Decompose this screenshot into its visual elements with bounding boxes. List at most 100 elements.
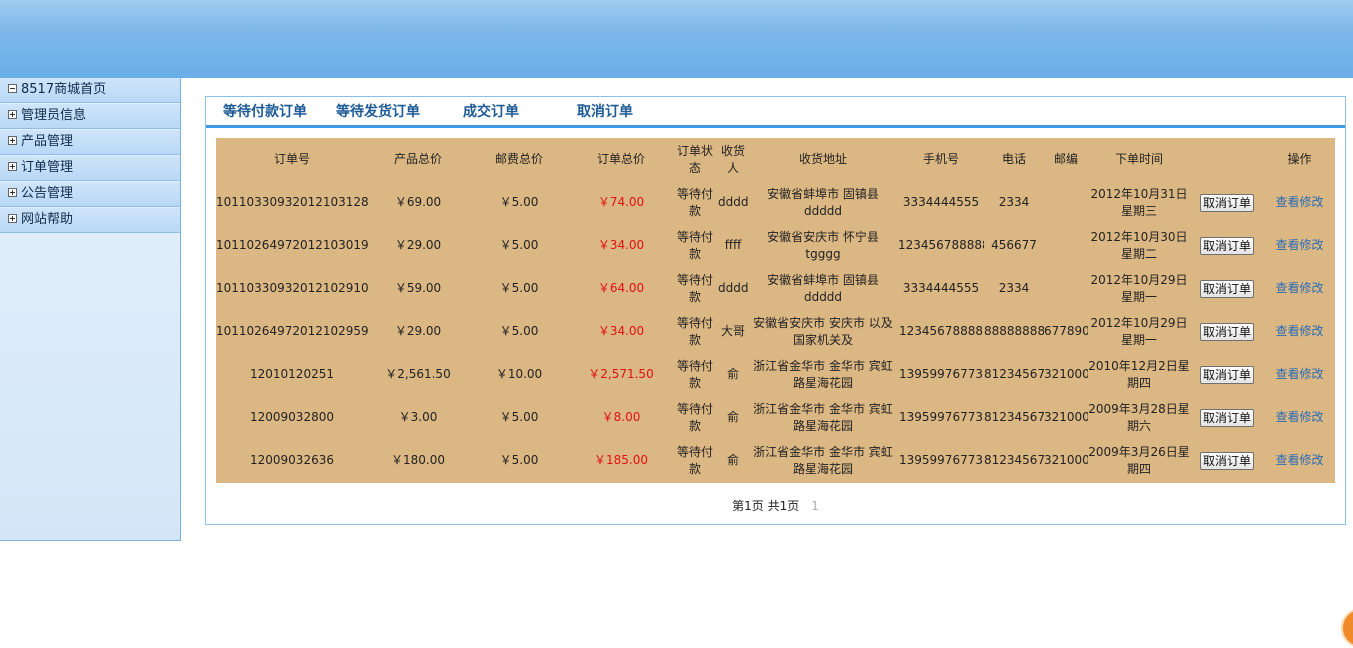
sidebar-item-home[interactable]: 8517商城首页	[0, 78, 180, 103]
cell-zip	[1044, 181, 1088, 224]
orders-table: 订单号 产品总价 邮费总价 订单总价 订单状态 收货人 收货地址 手机号 电话 …	[216, 138, 1335, 483]
cell-order-total: ￥185.00	[594, 453, 648, 467]
sidebar-item-orders[interactable]: 订单管理	[0, 156, 180, 181]
header-blank	[1190, 138, 1264, 181]
cell-mobile: 13959976773	[899, 367, 983, 381]
cell-product-total: ￥59.00	[394, 281, 442, 295]
sidebar-item-label: 公告管理	[21, 186, 74, 201]
table-row: 12010120251 ￥2,561.50 ￥10.00 ￥2,571.50 等待付款俞…	[216, 353, 1335, 396]
table-row: 10110330932012103128 ￥69.00 ￥5.00 ￥74.00 等待付…	[216, 181, 1335, 224]
cell-product-total: ￥29.00	[394, 238, 442, 252]
cell-order-id: 10110264972012102959	[216, 324, 368, 338]
cell-order-total: ￥74.00	[597, 195, 645, 209]
sidebar-item-products[interactable]: 产品管理	[0, 130, 180, 155]
sidebar-item-announcements[interactable]: 公告管理	[0, 182, 180, 207]
top-banner	[0, 0, 1353, 78]
cell-zip: 321000	[1044, 453, 1088, 467]
cell-order-id: 10110264972012103019	[216, 238, 368, 252]
cell-receiver: ffff	[724, 238, 742, 252]
cell-zip: 321000	[1044, 367, 1088, 381]
view-edit-link[interactable]: 查看修改	[1275, 411, 1323, 424]
table-row: 10110264972012102959 ￥29.00 ￥5.00 ￥34.00 等待付…	[216, 310, 1335, 353]
collapse-icon	[8, 84, 17, 93]
expand-icon	[8, 110, 17, 119]
expand-icon	[8, 188, 17, 197]
cell-mobile: 3334444555	[902, 281, 980, 295]
cancel-order-button[interactable]: 取消订单	[1199, 365, 1254, 384]
cell-mobile: 123456788888	[898, 238, 984, 252]
cell-phone: 81234567	[984, 367, 1044, 381]
cell-shipping-total: ￥10.00	[495, 367, 543, 381]
cell-zip	[1044, 224, 1088, 267]
cell-shipping-total: ￥5.00	[499, 324, 539, 338]
cell-receiver: 俞	[726, 453, 739, 467]
header-order-id: 订单号	[273, 152, 310, 166]
tab-cancelled[interactable]: 取消订单	[577, 101, 633, 121]
cell-shipping-total: ￥5.00	[499, 238, 539, 252]
header-mobile: 手机号	[922, 152, 959, 166]
cell-order-time: 2012年10月29日星期一	[1090, 315, 1188, 347]
header-order-time: 下单时间	[1114, 152, 1163, 166]
cancel-order-button[interactable]: 取消订单	[1199, 279, 1254, 298]
table-row: 10110264972012103019 ￥29.00 ￥5.00 ￥34.00 等待付…	[216, 224, 1335, 267]
cell-shipping-total: ￥5.00	[499, 281, 539, 295]
cell-order-time: 2009年3月28日星期六	[1088, 401, 1190, 433]
cancel-order-button[interactable]: 取消订单	[1199, 322, 1254, 341]
view-edit-link[interactable]: 查看修改	[1275, 325, 1323, 338]
sidebar-item-label: 8517商城首页	[21, 82, 107, 97]
cell-cancel: 取消订单	[1190, 396, 1264, 439]
sidebar-item-label: 产品管理	[21, 134, 74, 149]
view-edit-link[interactable]: 查看修改	[1275, 454, 1323, 467]
view-edit-link[interactable]: 查看修改	[1275, 239, 1323, 252]
view-edit-link[interactable]: 查看修改	[1275, 282, 1323, 295]
cell-mobile: 12345678888	[899, 324, 983, 338]
tab-pending-shipment[interactable]: 等待发货订单	[336, 101, 420, 121]
cell-status: 等待付款	[676, 401, 713, 433]
cell-actions: 查看修改	[1264, 224, 1335, 267]
cell-actions: 查看修改	[1264, 396, 1335, 439]
cancel-order-button[interactable]: 取消订单	[1199, 451, 1254, 470]
cell-address: 安徽省安庆市 安庆市 以及国家机关及	[753, 315, 893, 347]
cell-order-time: 2012年10月31日星期三	[1090, 186, 1188, 218]
view-edit-link[interactable]: 查看修改	[1275, 196, 1323, 209]
cell-address: 浙江省金华市 金华市 宾虹路星海花园	[753, 358, 893, 390]
tab-pending-payment[interactable]: 等待付款订单	[223, 101, 307, 121]
cell-phone: 81234567	[984, 453, 1044, 467]
cell-order-id: 12009032800	[250, 410, 334, 424]
cell-order-id: 12009032636	[250, 453, 334, 467]
cell-product-total: ￥29.00	[394, 324, 442, 338]
header-order-total: 订单总价	[596, 152, 645, 166]
cell-address: 浙江省金华市 金华市 宾虹路星海花园	[753, 444, 893, 476]
floating-badge-icon[interactable]	[1341, 608, 1353, 648]
header-zip: 邮编	[1053, 152, 1078, 166]
page-link-1[interactable]: 1	[811, 499, 819, 513]
sidebar-item-admin-info[interactable]: 管理员信息	[0, 104, 180, 129]
cancel-order-button[interactable]: 取消订单	[1199, 408, 1254, 427]
cell-order-total: ￥34.00	[597, 238, 645, 252]
cell-actions: 查看修改	[1264, 181, 1335, 224]
cell-phone: 2334	[998, 281, 1030, 295]
expand-icon	[8, 214, 17, 223]
table-row: 12009032636 ￥180.00 ￥5.00 ￥185.00 等待付款俞浙江省金华…	[216, 439, 1335, 482]
cell-order-id: 10110330932012102910	[216, 281, 368, 295]
cell-zip: 321000	[1044, 410, 1088, 424]
sidebar-item-help[interactable]: 网站帮助	[0, 208, 180, 233]
tab-completed[interactable]: 成交订单	[463, 101, 519, 121]
cancel-order-button[interactable]: 取消订单	[1199, 236, 1254, 255]
cell-actions: 查看修改	[1264, 310, 1335, 353]
pagination: 第1页 共1页 1	[206, 497, 1345, 514]
cell-status: 等待付款	[676, 186, 713, 218]
cell-status: 等待付款	[676, 229, 713, 261]
view-edit-link[interactable]: 查看修改	[1275, 368, 1323, 381]
cell-status: 等待付款	[676, 444, 713, 476]
cell-order-total: ￥34.00	[597, 324, 645, 338]
cell-product-total: ￥3.00	[398, 410, 438, 424]
cell-cancel: 取消订单	[1190, 267, 1264, 310]
cell-receiver: 俞	[726, 410, 739, 424]
expand-icon	[8, 162, 17, 171]
cancel-order-button[interactable]: 取消订单	[1199, 193, 1254, 212]
cell-zip	[1044, 267, 1088, 310]
cell-order-time: 2012年10月30日星期二	[1090, 229, 1188, 261]
cell-address: 安徽省蚌埠市 固镇县 ddddd	[767, 186, 879, 218]
sidebar-item-label: 网站帮助	[21, 212, 74, 227]
